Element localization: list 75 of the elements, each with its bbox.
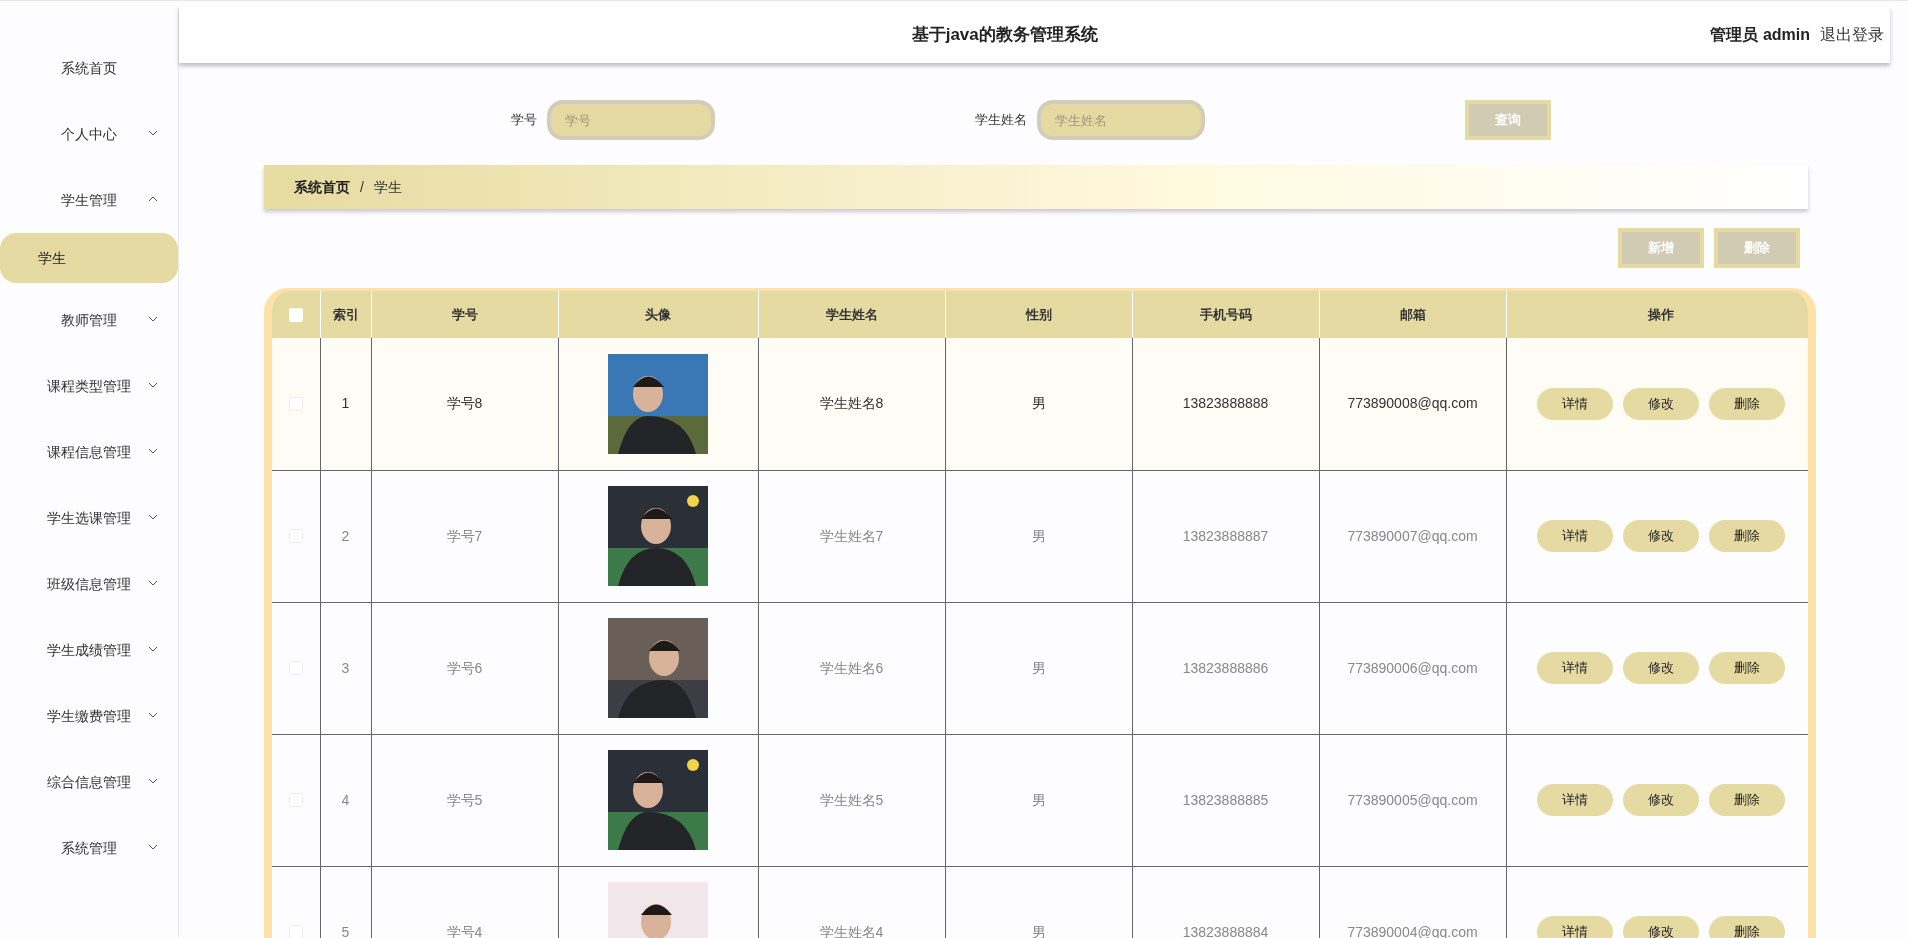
row-action-button[interactable]: 详情 (1537, 784, 1614, 816)
table-cell: 学生姓名7 (819, 527, 884, 544)
row-action-button[interactable]: 详情 (1537, 916, 1614, 938)
search-field[interactable]: 学号 (547, 100, 715, 140)
row-action-button[interactable]: 删除 (1709, 784, 1786, 816)
row-action-button[interactable]: 修改 (1623, 652, 1700, 684)
table-cell: 773890005@qq.com (1347, 791, 1478, 808)
row-action-button[interactable]: 修改 (1623, 387, 1700, 420)
table-cell: 学号8 (446, 395, 483, 412)
menu-group[interactable]: 系统管理 (0, 815, 178, 881)
table-cell: 773890006@qq.com (1347, 659, 1478, 676)
table-cell: 学生姓名4 (819, 923, 884, 938)
table-cell: 学号7 (446, 527, 483, 544)
column-header: 操作 (1648, 306, 1674, 322)
table-cell: 男 (1031, 791, 1046, 808)
table-cell: 男 (1031, 923, 1046, 938)
app-title: 基于java的教务管理系统 (911, 24, 1098, 47)
row-action-button[interactable]: 修改 (1623, 916, 1700, 938)
table-cell: 男 (1031, 659, 1046, 676)
table-cell: 学生姓名6 (819, 659, 884, 676)
menu-item[interactable]: 系统首页 (0, 35, 178, 101)
column-header: 性别 (1025, 306, 1052, 322)
table-cell: 773890008@qq.com (1347, 395, 1478, 412)
table-cell: 学生姓名5 (819, 791, 884, 808)
column-header: 邮箱 (1399, 306, 1426, 322)
menu-group[interactable]: 学生选课管理 (0, 485, 178, 551)
menu-group[interactable]: 综合信息管理 (0, 749, 178, 815)
breadcrumb-link[interactable]: 系统首页 (294, 176, 350, 198)
menu-group[interactable]: 学生缴费管理 (0, 683, 178, 749)
column-header: 索引 (332, 306, 359, 322)
table-cell: 学生姓名8 (819, 395, 884, 412)
field-label: 学生姓名 (975, 111, 1027, 130)
breadcrumb-separator: / (360, 177, 364, 197)
row-action-button[interactable]: 详情 (1537, 387, 1614, 420)
table-cell: 13823888887 (1182, 527, 1269, 544)
table-cell: 学号4 (446, 923, 483, 938)
menu-group[interactable]: 课程类型管理 (0, 353, 178, 419)
table-cell: 773890007@qq.com (1347, 527, 1478, 544)
logout-link[interactable]: 退出登录 (1820, 23, 1884, 47)
row-action-button[interactable]: 修改 (1623, 520, 1700, 552)
row-action-button[interactable]: 删除 (1709, 520, 1786, 552)
row-action-button[interactable]: 删除 (1709, 652, 1786, 684)
menu-group[interactable]: 学生管理 (0, 167, 178, 233)
table-cell: 13823888888 (1182, 395, 1269, 412)
menu-group[interactable]: 教师管理 (0, 287, 178, 353)
table-cell: 13823888886 (1182, 659, 1269, 676)
row-action-button[interactable]: 删除 (1709, 387, 1786, 420)
table-cell: 13823888885 (1182, 791, 1269, 808)
menu-group[interactable]: 课程信息管理 (0, 419, 178, 485)
menu-group[interactable]: 学生成绩管理 (0, 617, 178, 683)
table-cell: 学号5 (446, 791, 483, 808)
field-label: 学号 (511, 111, 537, 130)
submenu-item[interactable]: 学生 (0, 233, 178, 283)
row-action-button[interactable]: 详情 (1537, 652, 1614, 684)
table-cell: 5 (341, 923, 350, 938)
table-cell: 4 (341, 791, 350, 808)
column-header: 学生姓名 (825, 306, 878, 322)
table-cell: 1 (341, 395, 350, 412)
table-cell: 学号6 (446, 659, 483, 676)
table-cell: 3 (341, 659, 350, 676)
user-name: 管理员 admin (1710, 25, 1810, 45)
table-cell: 13823888884 (1182, 923, 1269, 938)
column-header: 学号 (451, 306, 478, 322)
breadcrumb-link[interactable]: 学生 (373, 176, 402, 198)
search-field[interactable]: 学生姓名 (1037, 100, 1205, 140)
table-cell: 2 (341, 527, 350, 544)
column-header: 头像 (645, 306, 671, 322)
menu-group[interactable]: 班级信息管理 (0, 551, 178, 617)
row-action-button[interactable]: 修改 (1623, 784, 1700, 816)
menu-group[interactable]: 个人中心 (0, 101, 178, 167)
table-cell: 男 (1031, 395, 1046, 412)
column-header: 手机号码 (1199, 306, 1252, 322)
table-cell: 男 (1031, 527, 1046, 544)
row-action-button[interactable]: 详情 (1537, 520, 1614, 552)
row-action-button[interactable]: 删除 (1709, 916, 1786, 938)
